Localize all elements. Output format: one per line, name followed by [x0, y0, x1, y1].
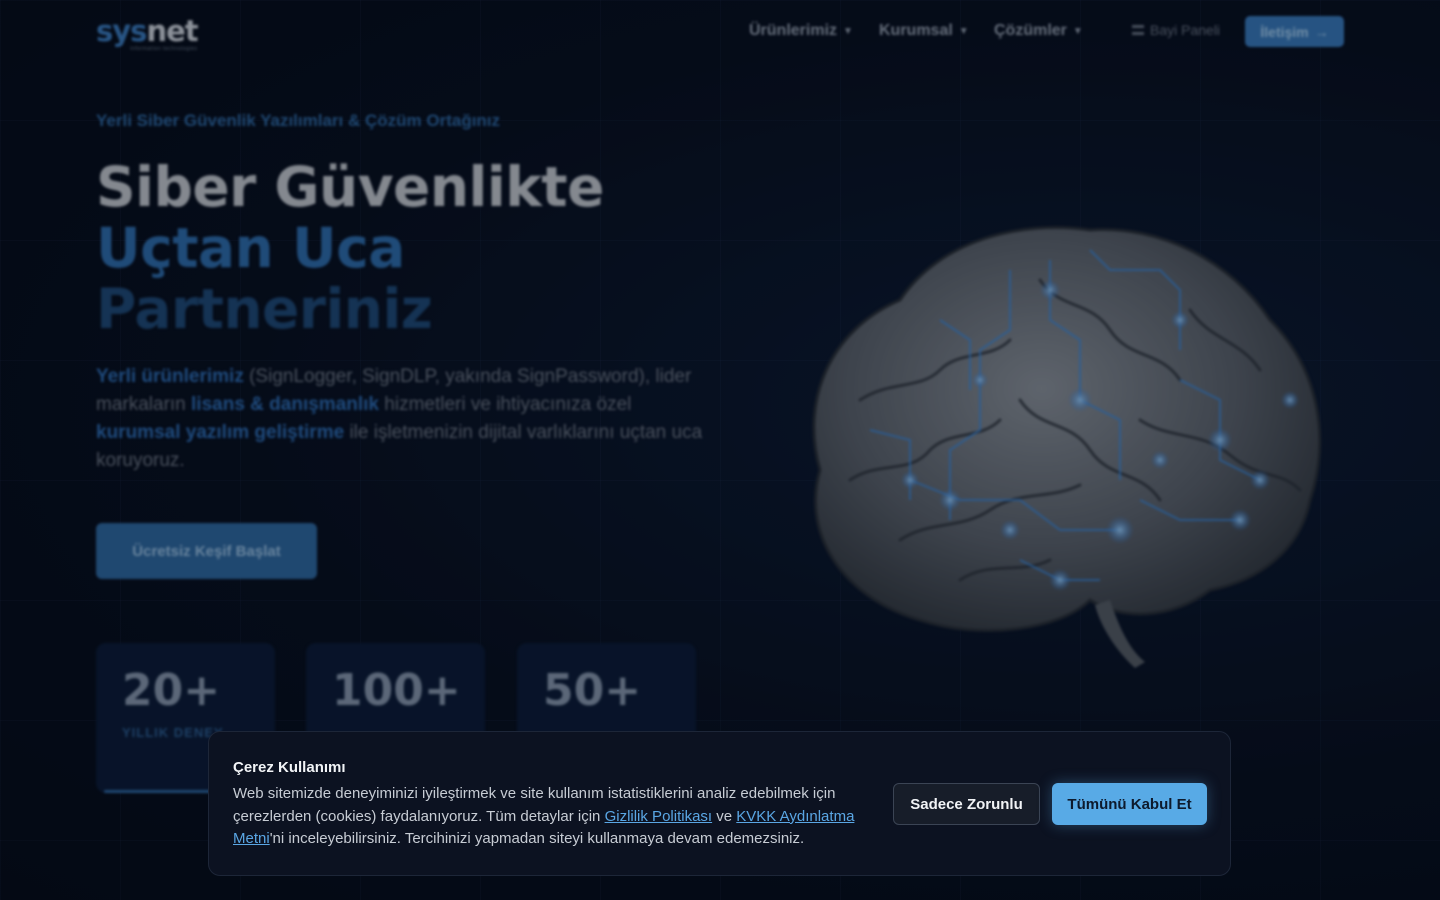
necessary-only-button[interactable]: Sadece Zorunlu	[893, 783, 1040, 825]
cookie-consent-banner: Çerez Kullanımı Web sitemizde deneyimini…	[208, 731, 1231, 876]
accept-all-button[interactable]: Tümünü Kabul Et	[1052, 783, 1207, 825]
cookie-title: Çerez Kullanımı	[233, 759, 346, 776]
cookie-text: Web sitemizde deneyiminizi iyileştirmek …	[233, 785, 855, 847]
privacy-policy-link[interactable]: Gizlilik Politikası	[605, 808, 713, 825]
